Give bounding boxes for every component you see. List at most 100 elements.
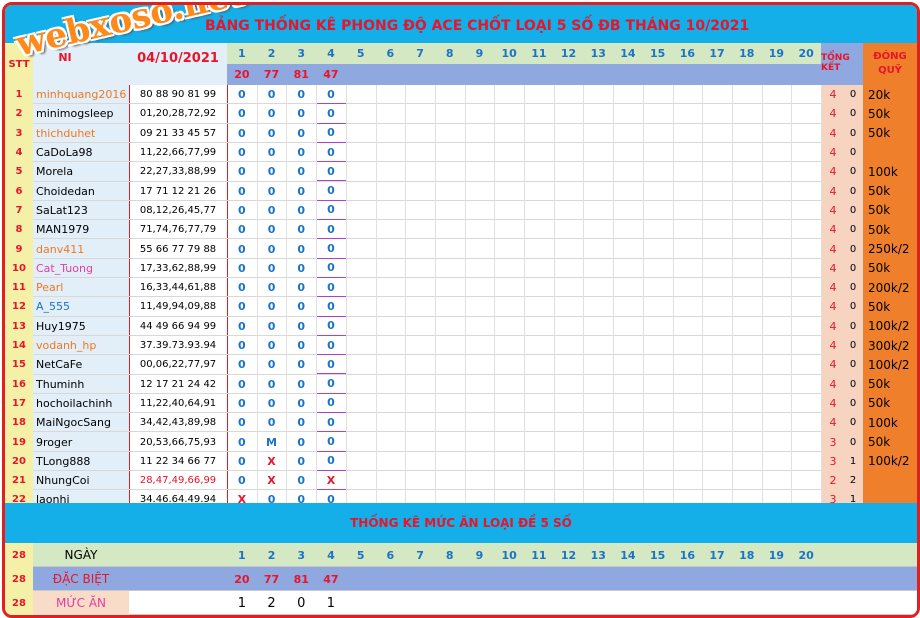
player-numbers: 37.39.73.93.94 [139,340,217,352]
column-divider [494,85,496,503]
player-name[interactable]: thichduhet [33,124,129,143]
day-header-16: 16 [679,47,695,60]
row-stt: 21 [12,475,26,487]
player-numbers: 11,49,94,09,88 [139,301,217,313]
player-name[interactable]: Morela [33,162,129,181]
mark-day-1: 0 [238,339,246,353]
mark-day-2: 0 [267,358,276,372]
total-hit: 4 [829,300,837,314]
summary-stt: 28 [12,573,26,585]
player-name[interactable]: NetCaFe [33,355,129,374]
mark-day-4: 0 [316,201,346,221]
mark-day-4: 0 [316,452,346,471]
result-header-20: 20 [234,68,250,81]
total-miss: 0 [849,166,857,178]
row-stt: 20 [12,455,26,467]
mark-day-1: 0 [238,146,246,160]
total-hit: 4 [829,146,837,160]
total-hit: 4 [829,88,837,102]
day-header-10: 10 [501,47,517,60]
player-name[interactable]: minhquang2016 [33,85,129,104]
player-name[interactable]: 9roger [33,432,129,451]
column-divider [316,85,318,503]
player-name[interactable]: Huy1975 [33,317,129,336]
mark-day-3: 0 [297,165,306,179]
player-name[interactable]: Pearl [33,278,129,297]
summary-row-bg [33,591,917,615]
day-header-2: 2 [267,47,276,60]
player-name[interactable]: SaLat123 [33,201,129,220]
summary-label: NGÀY [64,548,98,562]
player-name[interactable]: Choidedan [33,182,129,201]
mark-day-1: 0 [238,88,246,102]
result-header-77: 77 [263,68,280,81]
player-numbers: 00,06,22,77,97 [139,359,217,371]
player-numbers: 44 49 66 94 99 [139,320,217,332]
player-name[interactable]: Cat_Tuong [33,259,129,278]
day-header-3: 3 [297,47,306,60]
column-divider [821,85,822,503]
player-numbers: 71,74,76,77,79 [139,224,217,236]
mark-day-2: 0 [267,184,276,198]
mark-day-4: 0 [316,278,346,298]
fund-amount: 100k/2 [868,454,910,469]
fund-amount: 50k [868,222,891,237]
total-hit: 4 [829,358,837,372]
mark-day-4: 0 [316,143,346,163]
column-divider [613,85,615,503]
mark-day-2: 0 [267,242,276,256]
player-name[interactable]: CaDoLa98 [33,143,129,162]
player-name[interactable]: A_555 [33,297,129,316]
mark-day-3: 0 [297,396,306,410]
column-divider [642,85,644,503]
column-divider [524,85,525,503]
player-name[interactable]: minimogsleep [33,104,129,123]
mark-day-4: 0 [316,104,346,124]
day-header-15: 15 [649,47,666,60]
player-name[interactable]: vodanh_hp [33,336,129,355]
player-name[interactable]: Thuminh [33,375,129,394]
row-stt: 9 [15,243,23,255]
player-numbers: 55 66 77 79 88 [139,243,217,255]
day-header-1: 1 [238,47,246,60]
fund-amount: 100k [868,415,898,430]
player-name[interactable]: MAN1979 [33,220,129,239]
summary-value-day-3: 0 [297,595,306,611]
total-hit: 4 [829,319,837,333]
row-stt: 6 [15,185,23,197]
mark-day-4: 0 [316,317,346,336]
mark-day-1: 0 [238,165,246,179]
player-name[interactable]: danv411 [33,239,129,258]
mark-day-3: 0 [297,319,306,333]
mark-day-1: 0 [238,281,246,295]
sheet-frame: BẢNG THỐNG KÊ PHONG ĐỘ ACE CHỐT LOẠI 5 S… [2,2,920,618]
mark-day-2: 0 [267,339,276,353]
row-stt: 12 [12,301,26,313]
player-name[interactable]: TLong888 [33,452,129,471]
total-miss: 0 [849,185,857,197]
column-divider [702,85,704,503]
summary-value-day-3: 81 [293,572,309,586]
day-header-4: 4 [327,47,335,60]
player-numbers: 16,33,44,61,88 [139,282,217,294]
player-numbers: 17,33,62,88,99 [139,262,217,274]
mark-day-2: 0 [267,416,276,430]
player-name[interactable]: MaiNgocSang [33,413,129,432]
summary-value-day-12: 12 [560,548,577,562]
summary-value-day-1: 20 [234,572,250,586]
mark-day-3: 0 [297,416,306,430]
summary-value-day-5: 5 [356,548,365,562]
summary-value-day-2: 2 [267,548,276,562]
mark-day-4: 0 [316,375,346,394]
row-stt: 19 [12,436,26,448]
mark-day-3: 0 [297,223,306,237]
row-stt: 17 [12,397,26,409]
mark-day-3: 0 [297,435,306,449]
mark-day-2: 0 [267,165,276,179]
player-name[interactable]: hochoilachinh [33,394,129,413]
summary-title: THỐNG KÊ MỨC ĂN LOẠI ĐỀ 5 SỐ [350,516,572,530]
mark-day-2: 0 [267,88,276,102]
summary-value-day-16: 16 [679,548,695,562]
day-header-9: 9 [475,47,484,60]
player-name[interactable]: NhungCoi [33,471,129,490]
